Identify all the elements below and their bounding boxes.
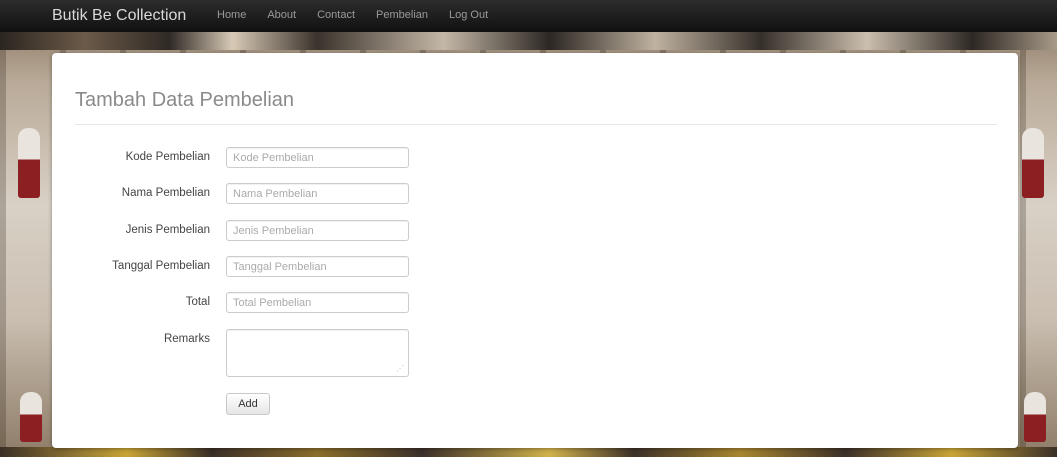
background-figure bbox=[20, 392, 42, 442]
form-row-kode: Kode Pembelian bbox=[52, 147, 552, 169]
form-row-nama: Nama Pembelian bbox=[52, 183, 552, 205]
brand-logo[interactable]: Butik Be Collection bbox=[52, 7, 186, 25]
nama-pembelian-input[interactable] bbox=[226, 183, 409, 204]
page-title: Tambah Data Pembelian bbox=[75, 89, 295, 111]
tanggal-pembelian-input[interactable] bbox=[226, 256, 409, 277]
top-navbar: Butik Be Collection Home About Contact P… bbox=[0, 0, 1057, 32]
remarks-label: Remarks bbox=[163, 333, 210, 345]
nav-pembelian[interactable]: Pembelian bbox=[376, 9, 428, 21]
content-panel: Tambah Data Pembelian Kode Pembelian Nam… bbox=[52, 53, 1018, 448]
total-input[interactable] bbox=[226, 292, 409, 313]
kode-pembelian-input[interactable] bbox=[226, 147, 409, 168]
background-photo-strip bbox=[0, 447, 1057, 457]
background-figure bbox=[18, 128, 40, 198]
title-divider bbox=[75, 124, 997, 125]
nav-contact[interactable]: Contact bbox=[317, 9, 355, 21]
jenis-pembelian-label: Jenis Pembelian bbox=[125, 224, 210, 236]
nama-pembelian-label: Nama Pembelian bbox=[121, 187, 210, 199]
nav-logout[interactable]: Log Out bbox=[449, 9, 488, 21]
background-photo-strip bbox=[0, 32, 1057, 50]
form-row-tanggal: Tanggal Pembelian bbox=[52, 256, 552, 278]
tanggal-pembelian-label: Tanggal Pembelian bbox=[112, 260, 210, 272]
background-figure bbox=[1022, 128, 1044, 198]
nav-about[interactable]: About bbox=[267, 9, 296, 21]
nav-menu: Home About Contact Pembelian Log Out bbox=[217, 9, 509, 21]
nav-home[interactable]: Home bbox=[217, 9, 246, 21]
add-button[interactable]: Add bbox=[226, 393, 270, 415]
background-figure bbox=[1024, 392, 1046, 442]
resize-grip-icon[interactable]: ⋰ bbox=[396, 364, 404, 373]
form-row-jenis: Jenis Pembelian bbox=[52, 220, 552, 242]
remarks-textarea[interactable] bbox=[226, 329, 409, 377]
total-label: Total bbox=[185, 296, 210, 308]
form-row-total: Total bbox=[52, 292, 552, 314]
form-row-remarks: Remarks ⋰ bbox=[52, 329, 552, 377]
kode-pembelian-label: Kode Pembelian bbox=[125, 151, 210, 163]
jenis-pembelian-input[interactable] bbox=[226, 220, 409, 241]
